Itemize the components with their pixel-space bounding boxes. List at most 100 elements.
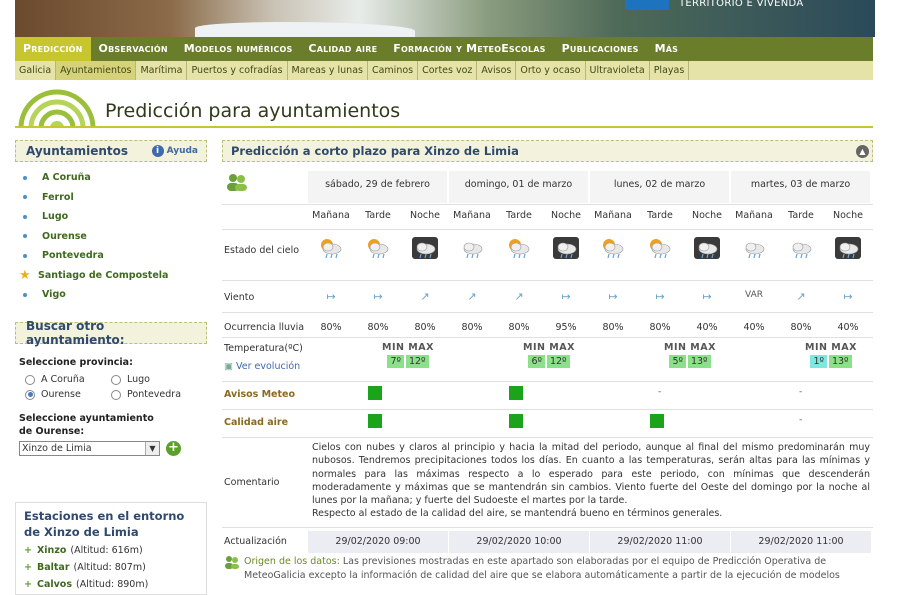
night-cloud-rain-icon xyxy=(834,237,862,261)
rain-value: 80% xyxy=(367,322,389,333)
subnav-item[interactable]: Marítima xyxy=(136,61,188,80)
subnav-item[interactable]: Puertos y cofradías xyxy=(187,61,288,80)
bullet-icon xyxy=(23,292,27,297)
rain-value: 80% xyxy=(320,322,342,333)
municipality-link[interactable]: A Coruña xyxy=(23,168,207,188)
subnav-item[interactable]: Ayuntamientos xyxy=(56,61,137,80)
wind-arrow-icon: ↦ xyxy=(843,290,853,303)
subnav-item[interactable]: Playas xyxy=(650,61,690,80)
station-item[interactable]: + Calvos (Altitud: 890m) xyxy=(24,577,198,591)
temperature-cell: MIN MAX 7º 12º xyxy=(378,342,438,368)
alert-none: - xyxy=(799,387,803,397)
municipality-link[interactable]: Lugo xyxy=(23,207,207,227)
wind-arrow-icon: ↗ xyxy=(420,290,430,303)
alert-indicator[interactable] xyxy=(509,386,523,400)
nav-observaci-n[interactable]: Observación xyxy=(91,37,176,61)
air-quality-indicator[interactable] xyxy=(368,414,382,428)
subnav-item[interactable]: Orto y ocaso xyxy=(516,61,586,80)
alert-indicator[interactable] xyxy=(368,386,382,400)
star-icon: ★ xyxy=(19,267,31,283)
evolution-link[interactable]: ▣ Ver evolución xyxy=(224,361,300,372)
bullet-icon xyxy=(23,195,27,200)
max-temp: 12º xyxy=(405,355,429,368)
temperature-chips: 7º 12º xyxy=(378,353,438,368)
subnav-item[interactable]: Mareas y lunas xyxy=(288,61,368,80)
min-max-label: MIN MAX xyxy=(664,342,716,353)
search-header: Buscar otro ayuntamiento: xyxy=(15,319,207,347)
municipality-select[interactable]: Xinzo de Limia ▼ xyxy=(19,441,160,456)
municipalities-title: Ayuntamientos xyxy=(26,144,129,158)
nav-predicci-n[interactable]: Predicción xyxy=(15,37,91,61)
station-name[interactable]: Calvos xyxy=(37,579,72,590)
stations-list: + Xinzo (Altitud: 616m) + Baltar (Altitud: 80… xyxy=(24,543,198,591)
municipality-link[interactable]: Pontevedra xyxy=(23,246,207,266)
wind-arrow-icon: ↗ xyxy=(796,290,806,303)
evolution-label: Ver evolución xyxy=(236,361,301,372)
municipality-link[interactable]: ★ Santiago de Compostela xyxy=(19,266,207,286)
close-icon[interactable]: ▲ xyxy=(856,145,869,158)
subnav-item[interactable]: Ultravioleta xyxy=(586,61,650,80)
add-municipality-button[interactable]: + xyxy=(166,441,181,456)
subnav-item[interactable]: Galicia xyxy=(15,61,57,80)
day-header: lunes, 02 de marzo xyxy=(590,171,730,203)
radio-button[interactable] xyxy=(111,374,121,385)
province-radio[interactable]: Ourense xyxy=(25,389,111,400)
radio-button[interactable] xyxy=(25,389,35,400)
radio-button[interactable] xyxy=(25,374,35,385)
station-item[interactable]: + Xinzo (Altitud: 616m) xyxy=(24,543,198,557)
nav-m-s[interactable]: Más xyxy=(647,37,687,61)
row-label-air[interactable]: Calidad aire xyxy=(224,417,288,428)
update-time: 29/02/2020 10:00 xyxy=(449,531,589,553)
province-radio[interactable]: A Coruña xyxy=(25,374,111,385)
air-quality-none: - xyxy=(799,415,803,425)
station-name[interactable]: Xinzo xyxy=(37,545,66,556)
row-divider xyxy=(222,381,873,382)
expand-icon: + xyxy=(24,561,32,573)
subnav-item[interactable]: Caminos xyxy=(368,61,419,80)
municipalities-header: Ayuntamientos i Ayuda xyxy=(15,140,207,162)
subnav-item[interactable]: Cortes voz xyxy=(418,61,478,80)
subnav-item[interactable]: Avisos xyxy=(477,61,517,80)
municipality-link[interactable]: Ourense xyxy=(23,227,207,247)
row-label-update: Actualización xyxy=(224,536,287,547)
municipality-name: Santiago de Compostela xyxy=(38,269,169,281)
origin-label: Origen de los datos: xyxy=(244,556,340,567)
nav-calidad-aire[interactable]: Calidad aire xyxy=(300,37,385,61)
max-temp: 13º xyxy=(828,355,852,368)
wind-arrow-icon: ↦ xyxy=(655,290,665,303)
municipality-link[interactable]: Ferrol xyxy=(23,188,207,208)
municipality-name: Pontevedra xyxy=(42,250,104,262)
help-link[interactable]: i Ayuda xyxy=(151,145,198,157)
municipality-link[interactable]: Vigo xyxy=(23,285,207,305)
update-time: 29/02/2020 11:00 xyxy=(590,531,730,553)
sun-cloud-rain-icon xyxy=(599,237,627,261)
station-altitude: (Altitud: 890m) xyxy=(75,578,149,590)
day-header: domingo, 01 de marzo xyxy=(449,171,589,203)
main-nav: Predicción Observación Modelos numéricos Ca… xyxy=(15,37,873,61)
nav-formaci-n-y-meteoescolas[interactable]: Formación y MeteoEscolas xyxy=(385,37,553,61)
nav-modelos-num-ricos[interactable]: Modelos numéricos xyxy=(176,37,301,61)
period-label: Mañana xyxy=(453,210,491,221)
row-label-alerts[interactable]: Avisos Meteo xyxy=(224,389,295,400)
province-radio[interactable]: Pontevedra xyxy=(111,389,211,400)
air-quality-indicator[interactable] xyxy=(509,414,523,428)
chevron-down-icon: ▼ xyxy=(145,442,159,455)
comment-text: Cielos con nubes y claros al principio y… xyxy=(312,442,870,507)
cloud-rain-icon xyxy=(458,237,486,261)
municipality-name: A Coruña xyxy=(42,172,91,184)
period-label: Mañana xyxy=(312,210,350,221)
station-item[interactable]: + Baltar (Altitud: 807m) xyxy=(24,560,198,574)
air-quality-indicator[interactable] xyxy=(650,414,664,428)
municipality-select-value: Xinzo de Limia xyxy=(22,443,92,454)
rain-value: 80% xyxy=(414,322,436,333)
municipality-name: Lugo xyxy=(42,211,69,223)
station-name[interactable]: Baltar xyxy=(37,562,70,573)
municipality-name: Ferrol xyxy=(42,191,74,203)
period-label: Mañana xyxy=(594,210,632,221)
nav-publicaciones[interactable]: Publicaciones xyxy=(554,37,647,61)
province-radio[interactable]: Lugo xyxy=(111,374,211,385)
radio-button[interactable] xyxy=(111,389,121,400)
min-temp: 1º xyxy=(810,355,827,368)
wind-arrow-icon: ↦ xyxy=(702,290,712,303)
ministry-label: TERRITORIO E VIVENDA xyxy=(679,0,804,9)
